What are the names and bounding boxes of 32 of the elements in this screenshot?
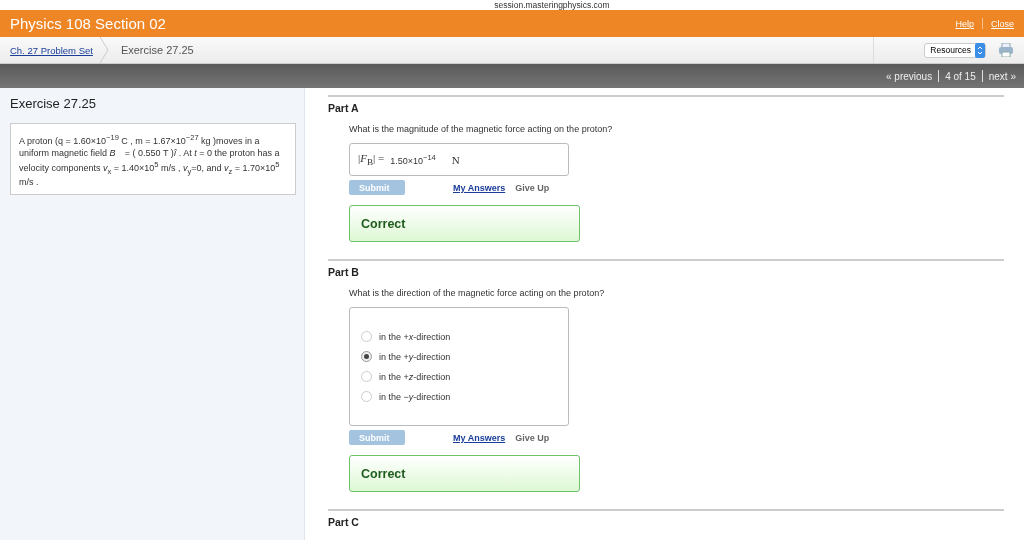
page-count-text: 4 of 15	[945, 70, 976, 82]
breadcrumb-link[interactable]: Ch. 27 Problem Set	[10, 44, 93, 56]
radio-button[interactable]	[361, 351, 372, 362]
give-up-link[interactable]: Give Up	[515, 182, 550, 193]
my-answers-link[interactable]: My Answers	[453, 182, 506, 193]
option-label[interactable]: in the +z-direction	[379, 371, 451, 382]
address-text: session.masteringphysics.com	[494, 0, 610, 10]
option-label[interactable]: in the +x-direction	[379, 331, 451, 342]
radio-button[interactable]	[361, 331, 372, 342]
my-answers-link[interactable]: My Answers	[453, 432, 506, 443]
part-title: Part C	[328, 516, 360, 528]
course-title: Physics 108 Section 02	[10, 15, 166, 32]
previous-link[interactable]: « previous	[886, 70, 933, 82]
radio-button[interactable]	[361, 371, 372, 382]
feedback-message: Correct	[349, 455, 580, 492]
up-down-arrows-icon	[975, 42, 985, 58]
question-text: What is the direction of the magnetic force acting on the proton?	[349, 288, 606, 298]
exercise-title: Exercise 27.25	[10, 96, 97, 111]
give-up-link[interactable]: Give Up	[515, 432, 550, 443]
radio-button[interactable]	[361, 391, 372, 402]
part-title: Part B	[328, 266, 360, 278]
printer-icon[interactable]	[998, 43, 1014, 57]
breadcrumb-current: Exercise 27.25	[120, 44, 195, 56]
option-label[interactable]: in the +y-direction	[379, 351, 451, 362]
part-title: Part A	[328, 102, 360, 114]
feedback-message: Correct	[349, 205, 580, 242]
resources-select[interactable]: Resources	[924, 42, 986, 58]
next-link[interactable]: next »	[988, 70, 1016, 82]
option-label[interactable]: in the −y-direction	[379, 391, 451, 402]
problem-statement: A proton (q = 1.60×10$^{−19}$ C , m = 1.67×10$^{−27}$ kg )moves in a uniform magnetic field B⃗ = ( 0.550 T )î . At t = 0 the proton has a velocity components v$_{x}$ = 1.40×10$^{5}$ m/s , v$_{y}$=0, and v$_{z}$ = 1.70×10$^{5}$ m/s .	[10, 123, 296, 195]
answer-field[interactable]: |F$_{B}$| = 1.50×10$^{−14}$ N	[349, 143, 569, 176]
question-text: What is the magnitude of the magnetic force acting on the proton?	[349, 124, 614, 134]
